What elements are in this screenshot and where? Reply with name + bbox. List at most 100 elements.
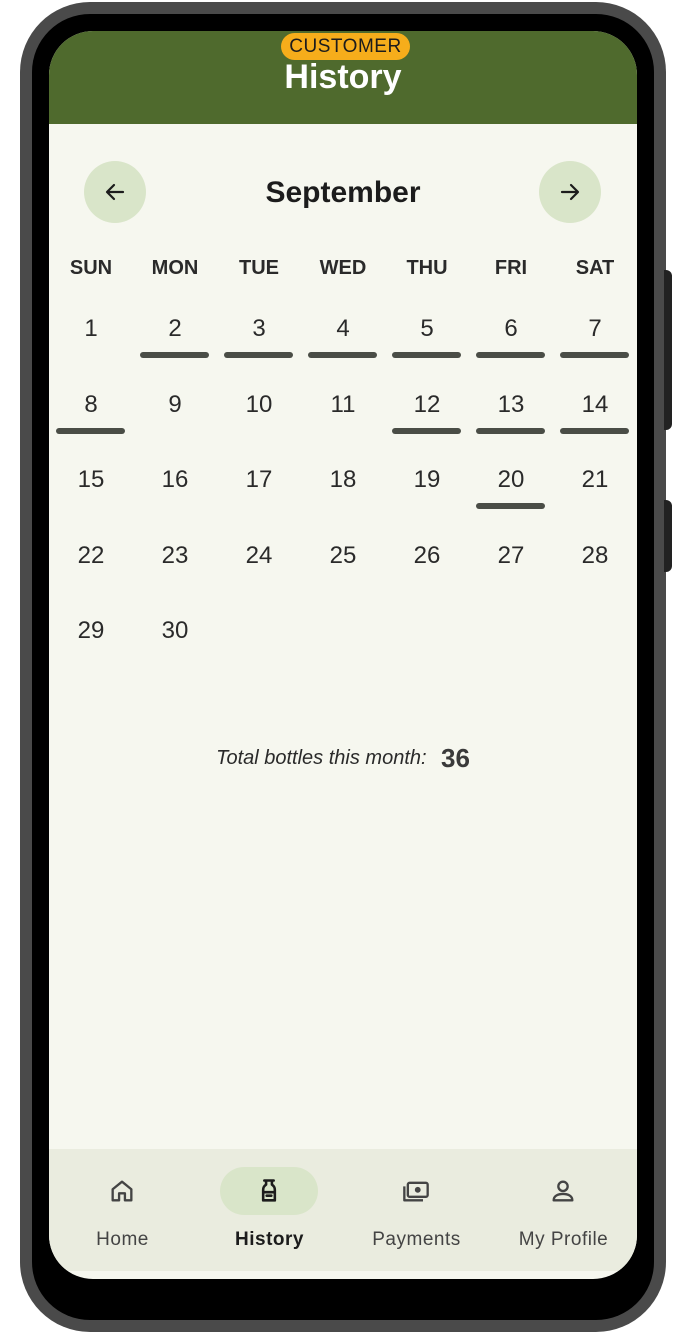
weekday-mon: MON: [151, 257, 199, 279]
calendar-day[interactable]: 27: [469, 536, 553, 612]
weekday-thu: THU: [406, 257, 448, 279]
day-number: 21: [581, 466, 609, 494]
day-number: 29: [77, 617, 105, 645]
calendar-day[interactable]: 8: [49, 385, 133, 461]
day-number: 25: [329, 541, 357, 569]
calendar-day[interactable]: 20: [469, 460, 553, 536]
weekday-tue: TUE: [239, 257, 279, 279]
calendar-day[interactable]: 26: [385, 536, 469, 612]
nav-label-my-profile: My Profile: [518, 1229, 609, 1250]
calendar-day[interactable]: 2: [133, 309, 217, 385]
delivery-indicator: [140, 352, 209, 358]
nav-label-payments: Payments: [372, 1229, 461, 1250]
calendar-day[interactable]: 7: [553, 309, 637, 385]
total-label: Total bottles this month:: [216, 747, 427, 769]
delivery-indicator: [392, 427, 461, 434]
calendar-day[interactable]: 3: [217, 309, 301, 385]
delivery-indicator: [560, 427, 629, 434]
calendar-day[interactable]: 4: [301, 309, 385, 385]
calendar-day[interactable]: 5: [385, 309, 469, 385]
total-value: 36: [441, 743, 470, 773]
nav-label-history: History: [235, 1229, 304, 1250]
day-number: 11: [330, 390, 356, 418]
calendar-day[interactable]: 15: [49, 460, 133, 536]
day-number: 28: [581, 541, 609, 569]
delivery-indicator: [392, 352, 461, 358]
arrow-right-icon: [560, 183, 580, 201]
day-number: 30: [161, 617, 189, 645]
calendar-day[interactable]: 18: [301, 460, 385, 536]
day-number: 27: [497, 541, 525, 569]
calendar-day[interactable]: 13: [469, 385, 553, 461]
nav-label-home: Home: [96, 1229, 149, 1250]
power-button: [664, 500, 672, 572]
day-number: 4: [336, 315, 350, 342]
payments-icon: [403, 1181, 429, 1202]
day-number: 2: [168, 315, 182, 342]
day-number: 26: [413, 541, 441, 569]
nav-payments[interactable]: Payments: [343, 1149, 490, 1271]
day-number: 7: [588, 315, 602, 342]
role-badge: CUSTOMER: [281, 33, 410, 60]
weekday-wed: WED: [319, 257, 367, 279]
calendar-day[interactable]: 12: [385, 385, 469, 461]
arrow-left-icon: [105, 183, 125, 201]
day-number: 18: [329, 466, 357, 494]
day-number: 10: [245, 390, 273, 418]
app-screen: CUSTOMER History September SUN MON TUE WED T…: [49, 31, 637, 1279]
previous-month-button[interactable]: [84, 161, 146, 223]
home-icon: [111, 1180, 133, 1202]
calendar-day[interactable]: 21: [553, 460, 637, 536]
day-number: 9: [168, 390, 182, 418]
calendar-day[interactable]: 16: [133, 460, 217, 536]
weekday-sun: SUN: [69, 257, 113, 279]
nav-my-profile[interactable]: My Profile: [490, 1149, 637, 1271]
nav-history[interactable]: History: [196, 1149, 343, 1271]
day-number: 13: [497, 390, 525, 418]
profile-icon: [552, 1180, 574, 1202]
delivery-indicator: [476, 503, 545, 510]
delivery-indicator: [476, 427, 545, 434]
day-number: 17: [245, 466, 273, 494]
weekday-header: SUN MON TUE WED THU FRI SAT: [49, 257, 637, 283]
day-number: 14: [581, 390, 609, 418]
nav-home[interactable]: Home: [49, 1149, 196, 1271]
delivery-indicator: [224, 352, 293, 358]
day-number: 1: [84, 315, 98, 342]
month-title: September: [265, 176, 421, 209]
monthly-total: Total bottles this month: 36: [49, 743, 637, 774]
calendar-day[interactable]: 19: [385, 460, 469, 536]
day-number: 8: [84, 390, 98, 418]
calendar-day[interactable]: 29: [49, 611, 133, 687]
calendar-day[interactable]: 9: [133, 385, 217, 461]
day-number: 23: [161, 541, 189, 569]
calendar-day[interactable]: 10: [217, 385, 301, 461]
day-number: 20: [497, 466, 525, 494]
day-number: 5: [420, 315, 434, 342]
weekday-sat: SAT: [575, 257, 615, 279]
next-month-button[interactable]: [539, 161, 601, 223]
calendar-day[interactable]: 28: [553, 536, 637, 612]
day-number: 24: [245, 541, 273, 569]
delivery-indicator: [560, 352, 629, 358]
delivery-indicator: [308, 352, 377, 358]
calendar-day[interactable]: 17: [217, 460, 301, 536]
weekday-fri: FRI: [494, 257, 528, 279]
day-number: 16: [161, 466, 189, 494]
day-number: 3: [252, 315, 266, 342]
calendar-day[interactable]: 11: [301, 385, 385, 461]
calendar-day[interactable]: 1: [49, 309, 133, 385]
page-title: History: [284, 58, 402, 96]
calendar-day[interactable]: 22: [49, 536, 133, 612]
calendar-day[interactable]: 24: [217, 536, 301, 612]
bottle-icon: [261, 1179, 277, 1202]
day-number: 6: [504, 315, 518, 342]
volume-button: [664, 270, 672, 430]
calendar-day[interactable]: 25: [301, 536, 385, 612]
calendar-day[interactable]: 30: [133, 611, 217, 687]
calendar-day[interactable]: 6: [469, 309, 553, 385]
calendar-day[interactable]: 14: [553, 385, 637, 461]
day-number: 12: [413, 390, 441, 418]
calendar-day[interactable]: 23: [133, 536, 217, 612]
day-number: 22: [77, 541, 105, 569]
